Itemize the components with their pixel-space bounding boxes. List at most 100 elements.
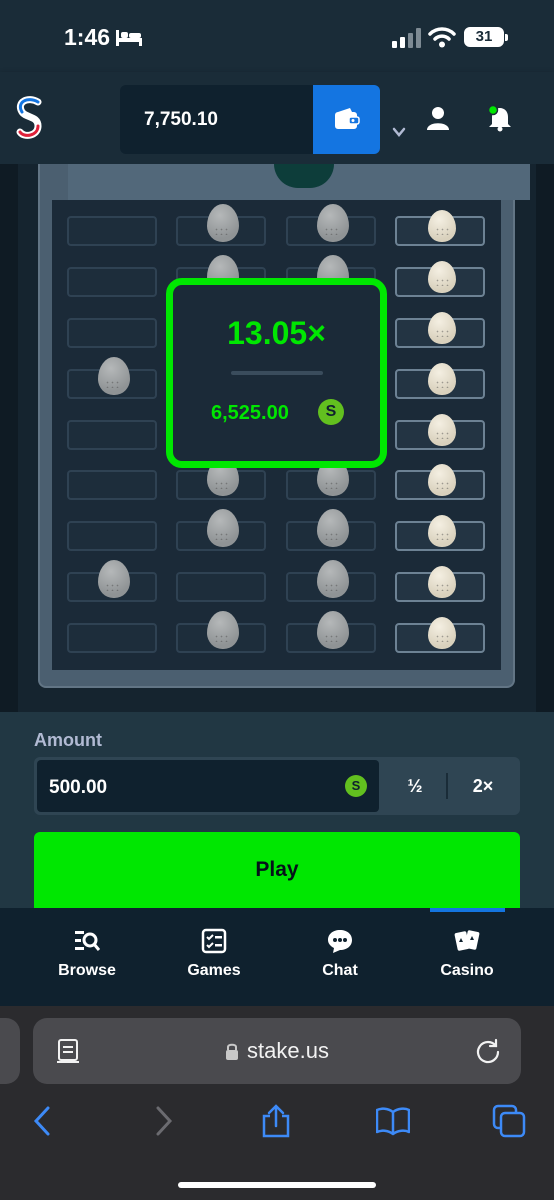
- egg-icon: [207, 509, 239, 547]
- nav-label: Games: [187, 962, 241, 979]
- egg-icon: [98, 357, 130, 395]
- divider: [446, 773, 448, 799]
- revealed-egg-icon: [428, 312, 456, 344]
- play-button[interactable]: Play: [34, 832, 520, 908]
- nav-label: Chat: [322, 962, 358, 979]
- nav-item-games[interactable]: Games: [164, 928, 264, 980]
- grid-tile: [67, 560, 157, 602]
- browser-toolbar: stake.us: [0, 1006, 554, 1200]
- grid-tile: [67, 420, 157, 450]
- egg-icon: [98, 560, 130, 598]
- tabs-icon[interactable]: [492, 1104, 526, 1138]
- grid-tile: [176, 458, 266, 500]
- balance-value: 7,750.10: [144, 109, 218, 130]
- games-icon: [201, 928, 227, 954]
- egg-icon: [317, 560, 349, 598]
- egg-icon: [317, 611, 349, 649]
- grid-tile: [176, 509, 266, 551]
- previous-tab-edge[interactable]: [0, 1018, 20, 1084]
- grid-tile: [67, 623, 157, 653]
- grid-tile: [67, 318, 157, 348]
- nav-item-chat[interactable]: Chat: [290, 928, 390, 980]
- amount-input[interactable]: 500.00 S: [37, 760, 379, 812]
- chat-icon: [328, 930, 352, 953]
- dragon-head-ornament: [68, 164, 530, 200]
- wallet-icon: [335, 108, 360, 129]
- egg-icon: [207, 611, 239, 649]
- lock-icon: [226, 1043, 239, 1060]
- grid-tile: [395, 261, 485, 297]
- bed-icon: [116, 30, 142, 46]
- home-indicator: [178, 1182, 376, 1188]
- grid-tile: [67, 216, 157, 246]
- forward-icon[interactable]: [146, 1104, 180, 1138]
- nav-item-browse[interactable]: Browse: [37, 928, 137, 980]
- url-display: stake.us: [33, 1038, 521, 1064]
- sweeps-coin-icon: S: [345, 775, 367, 797]
- bookmarks-icon[interactable]: [376, 1104, 410, 1138]
- revealed-egg-icon: [428, 210, 456, 242]
- grid-tile: [67, 521, 157, 551]
- amount-field-group: 500.00 S ½ 2×: [34, 757, 520, 815]
- grid-tile: [395, 210, 485, 246]
- grid-tile: [395, 515, 485, 551]
- amount-value: 500.00: [49, 777, 108, 798]
- bell-icon[interactable]: [486, 104, 514, 132]
- reload-icon[interactable]: [475, 1038, 501, 1064]
- egg-icon: [207, 204, 239, 242]
- grid-tile: [286, 204, 376, 246]
- nav-label: Browse: [58, 962, 116, 979]
- grid-tile: [286, 560, 376, 602]
- battery-indicator: 31: [464, 27, 508, 47]
- address-bar[interactable]: stake.us: [33, 1018, 521, 1084]
- revealed-egg-icon: [428, 261, 456, 293]
- egg-icon: [317, 204, 349, 242]
- grid-tile: [395, 312, 485, 348]
- signal-icon: [392, 28, 421, 48]
- grid-tile: [67, 357, 157, 399]
- half-amount-button[interactable]: ½: [384, 760, 446, 812]
- user-icon[interactable]: [426, 106, 450, 130]
- sweeps-coin-icon: S: [318, 399, 344, 425]
- grid-tile: [67, 267, 157, 297]
- grid-tile: [176, 611, 266, 653]
- grid-tile: [395, 414, 485, 450]
- revealed-egg-icon: [428, 617, 456, 649]
- win-payout: 6,525.00: [211, 402, 289, 424]
- nav-item-casino[interactable]: Casino: [417, 928, 517, 980]
- grid-tile: [395, 464, 485, 500]
- grid-tile: [176, 572, 266, 602]
- grid-tile: [176, 204, 266, 246]
- egg-icon: [317, 509, 349, 547]
- wallet-button[interactable]: [313, 85, 380, 154]
- nav-label: Casino: [440, 962, 494, 979]
- amount-label: Amount: [34, 730, 102, 750]
- win-divider: [231, 371, 323, 375]
- nav-active-indicator: [430, 908, 505, 912]
- revealed-egg-icon: [428, 414, 456, 446]
- grid-tile: [395, 566, 485, 602]
- wifi-icon: [428, 27, 456, 48]
- url-text: stake.us: [247, 1038, 329, 1063]
- game-backdrop-left: [0, 164, 18, 712]
- back-icon[interactable]: [26, 1104, 60, 1138]
- game-backdrop-right: [536, 164, 554, 712]
- casino-icon: [454, 930, 480, 951]
- browse-icon: [75, 931, 100, 951]
- app-header: 7,750.10 S: [0, 72, 554, 164]
- stake-logo-icon[interactable]: [14, 96, 44, 140]
- revealed-egg-icon: [428, 566, 456, 598]
- share-icon[interactable]: [259, 1104, 293, 1138]
- double-amount-button[interactable]: 2×: [450, 760, 516, 812]
- grid-tile: [395, 617, 485, 653]
- balance-selector[interactable]: 7,750.10 S: [120, 85, 406, 154]
- chevron-down-icon: [392, 127, 406, 137]
- grid-tile: [67, 470, 157, 500]
- revealed-egg-icon: [428, 363, 456, 395]
- grid-tile: [286, 458, 376, 500]
- grid-tile: [395, 363, 485, 399]
- status-bar: 1:46 31: [0, 0, 554, 72]
- bet-controls: Amount 500.00 S ½ 2× Play: [0, 712, 554, 908]
- status-time: 1:46: [64, 24, 111, 50]
- bottom-nav: Browse Games Chat Casino: [0, 908, 554, 1006]
